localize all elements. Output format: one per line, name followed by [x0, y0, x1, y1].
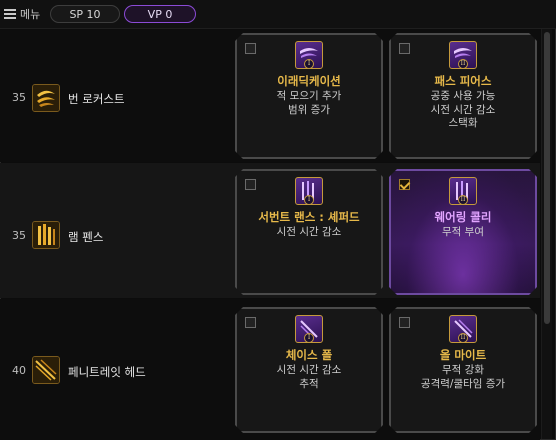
option-description: 시전 시간 감소 추적	[276, 364, 342, 390]
scrollbar-thumb[interactable]	[544, 32, 550, 324]
pass-pierce-icon: II	[449, 41, 477, 69]
chase-fall-icon: I	[295, 315, 323, 343]
option-card[interactable]: I 체이스 폴 시전 시간 감소 추적	[235, 307, 383, 433]
option-checkbox[interactable]	[399, 317, 410, 328]
burn-locust-icon	[32, 84, 60, 112]
skill-row: 40 페니트레잇 헤드 I 체이스 폴 시전 시간 감소 추적 II 올 마이트…	[0, 299, 540, 440]
option-title: 웨어링 콜리	[434, 210, 492, 224]
menu-label: 메뉴	[20, 8, 41, 21]
option-roman-numeral: I	[304, 195, 314, 205]
lamb-fence-icon	[32, 221, 60, 249]
option-title: 이래딕케이션	[277, 74, 341, 88]
option-card[interactable]: II 올 마이트 무적 강화 공격력/쿨타임 증가	[389, 307, 537, 433]
skill-name: 번 로커스트	[68, 92, 125, 106]
option-checkbox-checked[interactable]	[399, 179, 410, 190]
option-card-selected[interactable]: II 웨어링 콜리 무적 부여	[389, 169, 537, 295]
option-checkbox[interactable]	[245, 317, 256, 328]
skill-row: 35 번 로커스트 I 이래딕케이션 적 모으기 추가 범위 증가 II 패스 …	[0, 29, 540, 162]
scrollbar[interactable]	[541, 29, 552, 439]
option-roman-numeral: II	[458, 195, 468, 205]
skill-level: 35	[12, 91, 26, 104]
eradication-icon: I	[295, 41, 323, 69]
option-title: 서번트 랜스 : 셰퍼드	[258, 210, 360, 224]
skill-row: 35 램 펜스 I 서번트 랜스 : 셰퍼드 시전 시간 감소 II 웨어링 콜…	[0, 163, 540, 298]
option-card[interactable]: I 이래딕케이션 적 모으기 추가 범위 증가	[235, 33, 383, 159]
option-roman-numeral: I	[304, 333, 314, 343]
skill-level: 40	[12, 364, 26, 377]
top-bar: 메뉴 SP 10 VP 0	[0, 0, 556, 29]
menu-button[interactable]: 메뉴	[4, 5, 40, 23]
option-checkbox[interactable]	[399, 43, 410, 54]
option-description: 공중 사용 가능 시전 시간 감소 스택화	[430, 90, 496, 129]
hamburger-menu-icon	[4, 9, 16, 19]
option-roman-numeral: I	[304, 59, 314, 69]
option-card[interactable]: II 패스 피어스 공중 사용 가능 시전 시간 감소 스택화	[389, 33, 537, 159]
all-might-icon: II	[449, 315, 477, 343]
option-checkbox[interactable]	[245, 179, 256, 190]
option-description: 무적 강화 공격력/쿨타임 증가	[420, 364, 506, 390]
option-title: 체이스 폴	[285, 348, 333, 362]
sp-counter: SP 10	[50, 5, 120, 23]
penetrate-head-icon	[32, 356, 60, 384]
option-description: 적 모으기 추가 범위 증가	[276, 90, 342, 116]
option-roman-numeral: II	[458, 333, 468, 343]
option-checkbox[interactable]	[245, 43, 256, 54]
option-description: 무적 부여	[442, 226, 484, 238]
servant-lance-shepherd-icon: I	[295, 177, 323, 205]
wearing-collie-icon: II	[449, 177, 477, 205]
option-title: 올 마이트	[439, 348, 487, 362]
skill-name: 램 펜스	[68, 230, 104, 244]
option-description: 시전 시간 감소	[276, 226, 342, 238]
option-title: 패스 피어스	[434, 74, 492, 88]
skill-name: 페니트레잇 헤드	[68, 365, 146, 379]
vp-counter: VP 0	[124, 5, 196, 23]
skill-level: 35	[12, 229, 26, 242]
option-roman-numeral: II	[458, 59, 468, 69]
option-card[interactable]: I 서번트 랜스 : 셰퍼드 시전 시간 감소	[235, 169, 383, 295]
